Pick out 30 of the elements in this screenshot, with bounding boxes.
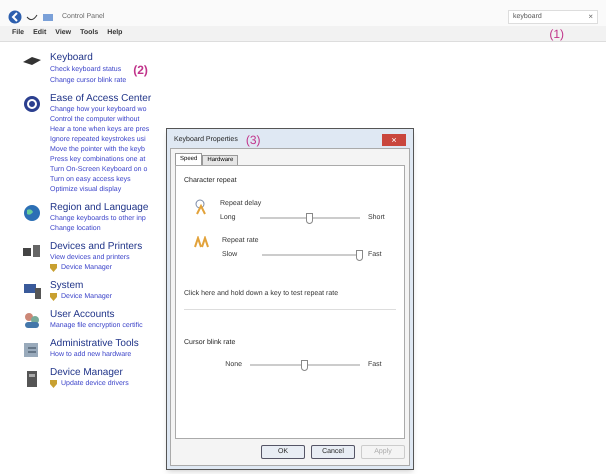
- accessibility-icon: [23, 95, 41, 113]
- annotation-label: (2): [133, 64, 148, 76]
- category-title[interactable]: Ease of Access Center: [50, 93, 152, 105]
- category-title[interactable]: Administrative Tools: [50, 338, 139, 350]
- category-title[interactable]: Device Manager: [50, 367, 129, 379]
- device-icon: [24, 369, 40, 389]
- annotation-label: (1): [549, 28, 564, 40]
- back-icon[interactable]: [8, 10, 22, 24]
- slider-thumb[interactable]: [306, 212, 313, 224]
- slider-track[interactable]: [250, 360, 360, 370]
- slider-thumb[interactable]: [356, 250, 363, 261]
- users-icon: [22, 311, 42, 329]
- clear-button[interactable]: ×: [588, 11, 593, 23]
- computer-icon: [22, 282, 42, 300]
- keyboard-icon: [22, 54, 42, 66]
- category-title[interactable]: User Accounts: [50, 309, 143, 321]
- annotation-label: (3): [246, 134, 260, 146]
- slider-thumb[interactable]: [301, 360, 308, 371]
- folder-icon: [42, 12, 54, 22]
- category-title[interactable]: Keyboard: [50, 52, 148, 64]
- letters-icon: [194, 236, 210, 248]
- slider-track[interactable]: [260, 213, 360, 224]
- globe-icon: [23, 204, 41, 222]
- clock-letter-icon: [194, 198, 208, 214]
- close-button[interactable]: ×: [382, 134, 406, 146]
- printer-icon: [22, 243, 42, 259]
- category-title[interactable]: System: [50, 280, 112, 292]
- category-title[interactable]: Devices and Printers: [50, 241, 142, 253]
- slider-track[interactable]: [262, 250, 360, 260]
- category-title[interactable]: Region and Language: [50, 202, 148, 214]
